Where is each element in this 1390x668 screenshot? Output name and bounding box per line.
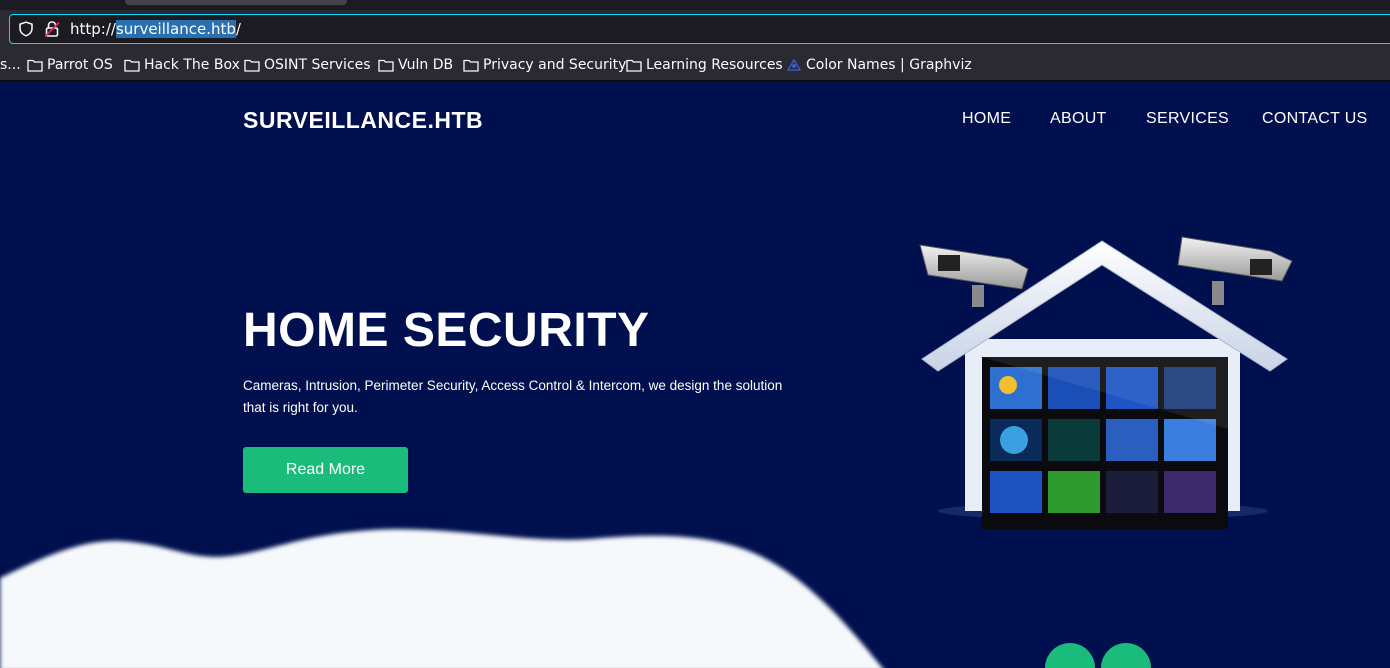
bookmark-color-names-graphviz[interactable]: Color Names | Graphviz [786,55,972,75]
url-text[interactable]: http://surveillance.htb/ [70,20,241,38]
read-more-button[interactable]: Read More [243,447,408,493]
folder-icon [378,59,394,72]
bookmarks-toolbar: s... Parrot OS Hack The Box OSINT Servic… [0,48,1390,81]
web-page: SURVEILLANCE.HTB HOME ABOUT SERVICES CON… [0,81,1390,668]
url-selected-host: surveillance.htb [115,20,236,38]
bookmark-vuln-db[interactable]: Vuln DB [378,55,453,75]
active-tab[interactable] [125,0,347,5]
bookmark-privacy-and-security[interactable]: Privacy and Security [463,55,626,75]
tab-strip [0,0,1390,10]
insecure-lock-icon[interactable] [44,20,60,38]
hero-title: HOME SECURITY [243,304,650,357]
nav-about[interactable]: ABOUT [1050,110,1107,128]
nav-contact-us[interactable]: CONTACT US [1262,110,1368,128]
folder-icon [626,59,642,72]
graphviz-icon [786,58,802,71]
folder-icon [124,59,140,72]
nav-home[interactable]: HOME [962,110,1011,128]
hero-subtitle: Cameras, Intrusion, Perimeter Security, … [243,378,783,415]
arrow-left-icon: ← [1061,661,1079,668]
left-camera [919,244,1029,307]
bookmark-parrot-os[interactable]: Parrot OS [27,55,113,75]
house-cameras-illustration [919,236,1293,529]
arrow-right-icon: → [1117,661,1135,668]
folder-icon [463,59,479,72]
bookmark-learning-resources[interactable]: Learning Resources [626,55,783,75]
bookmark-overflow[interactable]: s... [0,55,21,75]
shield-icon[interactable] [18,21,34,37]
url-bar[interactable]: http://surveillance.htb/ [9,14,1390,44]
bookmark-hack-the-box[interactable]: Hack The Box [124,55,240,75]
folder-icon [27,59,43,72]
folder-icon [244,59,260,72]
navigation-toolbar: http://surveillance.htb/ [0,10,1390,48]
bookmark-osint-services[interactable]: OSINT Services [244,55,371,75]
nav-services[interactable]: SERVICES [1146,110,1229,128]
right-camera [1177,236,1293,305]
site-brand[interactable]: SURVEILLANCE.HTB [243,107,483,134]
